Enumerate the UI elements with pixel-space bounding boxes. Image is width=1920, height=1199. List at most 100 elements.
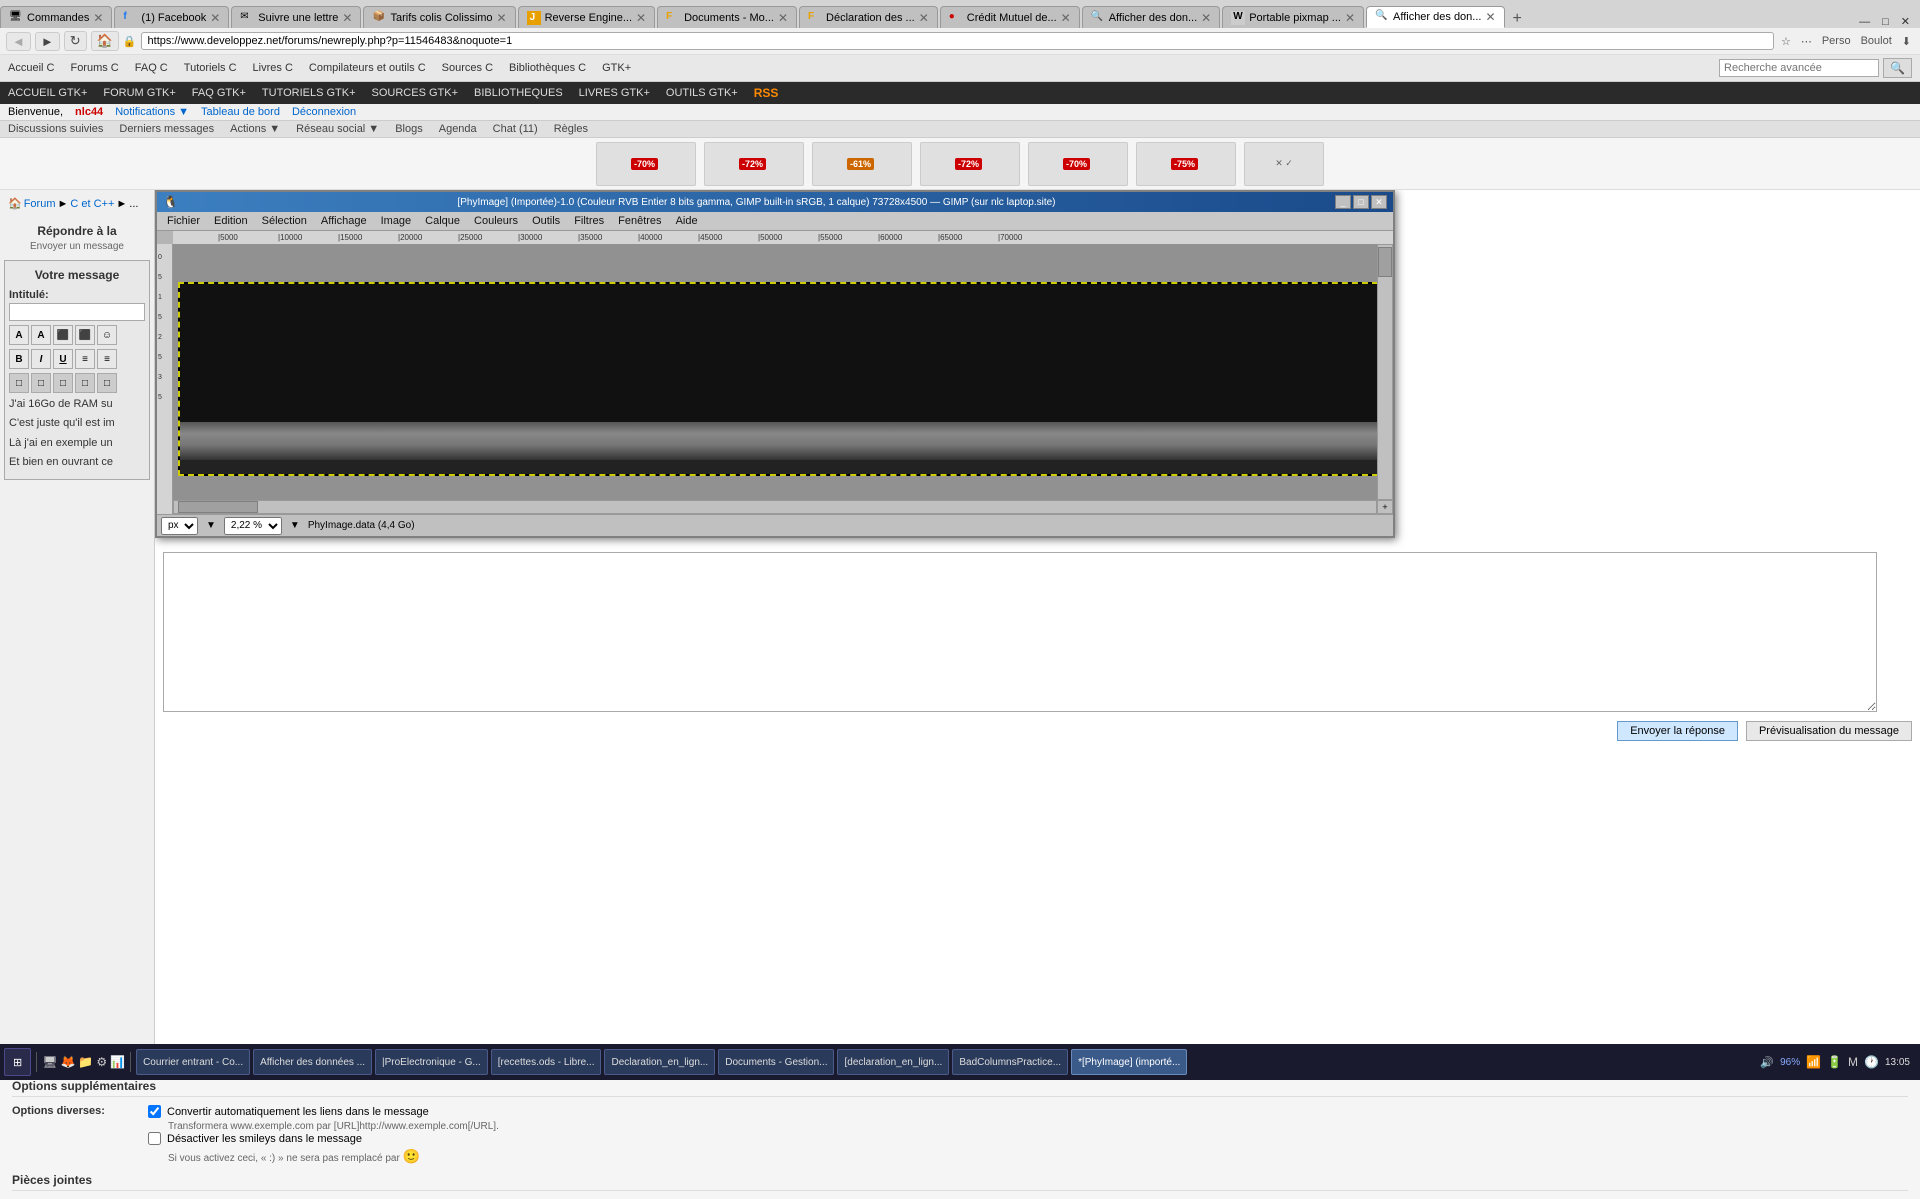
home-button[interactable]: 🏠 <box>91 31 119 51</box>
tab-reverse[interactable]: J Reverse Engine... ✕ <box>518 6 656 28</box>
breadcrumb-cpp[interactable]: C et C++ <box>70 198 114 210</box>
gimp-menu-aide[interactable]: Aide <box>670 214 704 228</box>
nav-forums-c[interactable]: Forums C <box>70 62 118 74</box>
bold-button[interactable]: B <box>9 349 29 369</box>
insert-btn-3[interactable]: □ <box>53 373 73 393</box>
gimp-menu-image[interactable]: Image <box>375 214 418 228</box>
taskbar-icon-2[interactable]: 🦊 <box>60 1055 75 1069</box>
subnav-agenda[interactable]: Agenda <box>439 123 477 135</box>
maximize-button[interactable]: □ <box>1876 16 1895 28</box>
tab-facebook[interactable]: f (1) Facebook ✕ <box>114 6 229 28</box>
tab-colissimo[interactable]: 📦 Tarifs colis Colissimo ✕ <box>363 6 515 28</box>
color-btn-2[interactable]: ⬛ <box>75 325 95 345</box>
subnav-derniers[interactable]: Derniers messages <box>119 123 214 135</box>
font-btn-2[interactable]: A <box>31 325 51 345</box>
tab-close-documents[interactable]: ✕ <box>778 11 788 25</box>
tab-close-facebook[interactable]: ✕ <box>210 11 220 25</box>
ad-3[interactable]: -61% <box>812 142 912 186</box>
download-icon[interactable]: ⬇ <box>1899 35 1914 48</box>
taskbar-item-phyimage[interactable]: *[PhyImage] (importé... <box>1071 1049 1187 1075</box>
taskbar-item-bad-columns[interactable]: BadColumnsPractice... <box>952 1049 1068 1075</box>
gimp-zoom-dropdown[interactable]: ▼ <box>290 520 300 531</box>
logout-link[interactable]: Déconnexion <box>292 106 356 118</box>
gtk-nav-tutoriels[interactable]: TUTORIELS GTK+ <box>262 87 356 99</box>
url-input[interactable] <box>141 32 1774 50</box>
gimp-scrollbar-horizontal[interactable] <box>173 500 1377 514</box>
insert-btn-4[interactable]: □ <box>75 373 95 393</box>
preview-button[interactable]: Prévisualisation du message <box>1746 721 1912 741</box>
taskbar-icon-1[interactable]: 🖥 <box>42 1055 57 1069</box>
tab-close-colissimo[interactable]: ✕ <box>497 11 507 25</box>
align-right-button[interactable]: ≡ <box>97 349 117 369</box>
menu-icon[interactable]: ⋯ <box>1798 35 1815 48</box>
username-link[interactable]: nlc44 <box>75 106 103 118</box>
font-btn-1[interactable]: A <box>9 325 29 345</box>
tab-close-commandes[interactable]: ✕ <box>93 11 103 25</box>
gimp-minimize[interactable]: _ <box>1335 195 1351 209</box>
network-icon[interactable]: 📶 <box>1806 1055 1821 1069</box>
gtk-nav-biblio[interactable]: BIBLIOTHEQUES <box>474 87 563 99</box>
italic-button[interactable]: I <box>31 349 51 369</box>
gimp-menu-affichage[interactable]: Affichage <box>315 214 373 228</box>
notifications-link[interactable]: Notifications ▼ <box>115 106 189 118</box>
ad-4[interactable]: -72% <box>920 142 1020 186</box>
gimp-menu-couleurs[interactable]: Couleurs <box>468 214 524 228</box>
gimp-menu-selection[interactable]: Sélection <box>256 214 313 228</box>
subnav-reseau[interactable]: Réseau social ▼ <box>296 123 379 135</box>
taskbar-item-recettes[interactable]: [recettes.ods - Libre... <box>491 1049 602 1075</box>
gimp-scrollbar-v-thumb[interactable] <box>1378 247 1392 277</box>
gimp-unit-selector[interactable]: px <box>161 517 198 535</box>
ad-2[interactable]: -72% <box>704 142 804 186</box>
tab-close-suivre[interactable]: ✕ <box>342 11 352 25</box>
search-input[interactable] <box>1719 59 1879 77</box>
color-btn-1[interactable]: ⬛ <box>53 325 73 345</box>
tab-close-afficher1[interactable]: ✕ <box>1201 11 1211 25</box>
forward-button[interactable]: ► <box>35 32 60 51</box>
taskbar-icon-4[interactable]: ⚙ <box>96 1055 107 1069</box>
tab-close-credit[interactable]: ✕ <box>1061 11 1071 25</box>
taskbar-item-declaration2[interactable]: [declaration_en_lign... <box>837 1049 949 1075</box>
nav-sources-c[interactable]: Sources C <box>442 62 493 74</box>
gimp-canvas[interactable] <box>173 244 1393 514</box>
intitule-input[interactable] <box>9 303 145 321</box>
gimp-maximize[interactable]: □ <box>1353 195 1369 209</box>
tab-afficher1[interactable]: 🔍 Afficher des don... ✕ <box>1082 6 1221 28</box>
message-textarea[interactable] <box>163 552 1877 712</box>
nav-livres-c[interactable]: Livres C <box>253 62 293 74</box>
dashboard-link[interactable]: Tableau de bord <box>201 106 280 118</box>
tab-suivre[interactable]: ✉ Suivre une lettre ✕ <box>231 6 361 28</box>
tab-close-reverse[interactable]: ✕ <box>636 11 646 25</box>
mail-tray-icon[interactable]: M <box>1848 1055 1858 1069</box>
convert-links-checkbox[interactable] <box>148 1105 161 1118</box>
gimp-corner-expand[interactable]: + <box>1377 500 1393 514</box>
gimp-menu-filtres[interactable]: Filtres <box>568 214 610 228</box>
new-tab-button[interactable]: + <box>1507 10 1528 28</box>
gimp-scrollbar-vertical[interactable] <box>1377 244 1393 500</box>
taskbar-item-afficher[interactable]: Afficher des données ... <box>253 1049 372 1075</box>
gimp-menu-calque[interactable]: Calque <box>419 214 466 228</box>
volume-icon[interactable]: 🔊 <box>1760 1056 1774 1069</box>
align-left-button[interactable]: ≡ <box>75 349 95 369</box>
ad-5[interactable]: -70% <box>1028 142 1128 186</box>
gimp-unit-dropdown[interactable]: ▼ <box>206 520 216 531</box>
gimp-scrollbar-h-thumb[interactable] <box>178 501 258 513</box>
gtk-nav-faq[interactable]: FAQ GTK+ <box>192 87 246 99</box>
taskbar-item-proelec[interactable]: |ProElectronique - G... <box>375 1049 488 1075</box>
gimp-menu-fenetres[interactable]: Fenêtres <box>612 214 667 228</box>
insert-btn-1[interactable]: □ <box>9 373 29 393</box>
taskbar-icon-3[interactable]: 📁 <box>78 1055 93 1069</box>
gtk-nav-outils[interactable]: OUTILS GTK+ <box>666 87 738 99</box>
tab-afficher2[interactable]: 🔍 Afficher des don... ✕ <box>1366 6 1505 28</box>
gimp-close[interactable]: ✕ <box>1371 195 1387 209</box>
insert-btn-5[interactable]: □ <box>97 373 117 393</box>
search-button[interactable]: 🔍 <box>1883 58 1912 78</box>
gtk-nav-sources[interactable]: SOURCES GTK+ <box>372 87 459 99</box>
start-button[interactable]: ⊞ <box>4 1048 31 1076</box>
gimp-window[interactable]: 🐧 [PhyImage] (Importée)-1.0 (Couleur RVB… <box>155 190 1395 538</box>
gimp-menu-edition[interactable]: Edition <box>208 214 254 228</box>
minimize-button[interactable]: — <box>1853 16 1876 28</box>
nav-faq-c[interactable]: FAQ C <box>135 62 168 74</box>
taskbar-item-courrier[interactable]: Courrier entrant - Co... <box>136 1049 250 1075</box>
subnav-chat[interactable]: Chat (11) <box>493 123 538 135</box>
taskbar-icon-5[interactable]: 📊 <box>110 1055 125 1069</box>
